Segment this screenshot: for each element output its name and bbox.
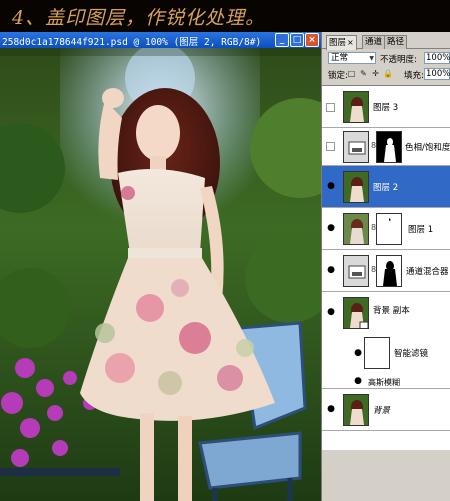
tutorial-banner: 4、盖印图层，作锐化处理。 [0, 0, 450, 32]
layer-thumbnail [343, 213, 369, 245]
minimize-button[interactable]: _ [275, 33, 289, 47]
window-controls: _ □ × [275, 33, 319, 47]
layer-name: 图层 1 [408, 225, 434, 235]
banner-text: 4、盖印图层，作锐化处理。 [12, 7, 266, 29]
opacity-field[interactable]: 100% [424, 52, 450, 64]
photo-woman-in-floral-dress [0, 48, 321, 501]
filter-name: 高斯模糊 [368, 378, 400, 387]
filter-mask-thumbnail [364, 337, 390, 369]
layer-row-selected[interactable]: ● 图层 2 [322, 166, 450, 208]
layer-name: 图层 3 [373, 103, 399, 113]
eye-icon[interactable]: ● [325, 404, 337, 414]
smart-filters-row[interactable]: ● 智能滤镜 [322, 334, 450, 374]
blend-mode-value: 正常 [331, 53, 349, 63]
layer-name: 通道混合器 1 [406, 267, 450, 277]
fill-field[interactable]: 100% [424, 68, 450, 80]
lock-all-icon[interactable]: 🔒 [383, 69, 393, 78]
layer-thumbnail [343, 91, 369, 123]
eye-icon[interactable]: ● [352, 348, 364, 358]
lock-position-icon[interactable]: ✛ [371, 69, 380, 78]
layer-row[interactable]: ● 8 通道混合器 1 [322, 250, 450, 292]
layer-name: 背景 [373, 406, 391, 416]
adjustment-icon [343, 255, 369, 287]
panel-tabs: 图层× 通道 路径 [322, 35, 450, 50]
eye-icon[interactable]: ● [325, 265, 337, 275]
layer-row[interactable]: 8 色相/饱和度 [322, 128, 450, 166]
visibility-toggle[interactable] [326, 103, 335, 112]
layers-panel: 图层× 通道 路径 正常 ▼ 不透明度: 100% 锁定: □ ✎ ✛ 🔒 填充… [321, 32, 450, 501]
visibility-toggle[interactable] [326, 142, 335, 151]
layer-name: 背景 副本 [373, 306, 410, 316]
layer-mask-thumbnail [376, 255, 402, 287]
document-titlebar[interactable]: 258d0c1a178644f921.psd @ 100% (图层 2, RGB… [0, 32, 321, 48]
blend-mode-select[interactable]: 正常 ▼ [328, 52, 376, 64]
blend-opacity-row: 正常 ▼ 不透明度: 100% [322, 51, 450, 65]
layer-thumbnail [343, 297, 369, 329]
chevron-down-icon: ▼ [369, 55, 374, 62]
layer-name: 智能滤镜 [394, 349, 429, 359]
lock-icons: □ ✎ ✛ 🔒 [347, 69, 393, 78]
eye-icon[interactable]: ● [352, 376, 364, 386]
tab-layers[interactable]: 图层× [326, 35, 357, 50]
layers-list: 图层 3 8 色相/饱和度 ● 图层 2 ● 8 图层 1 ● 8 通道混合器 … [322, 85, 450, 450]
tab-layers-label: 图层 [329, 38, 347, 48]
document-window: 258d0c1a178644f921.psd @ 100% (图层 2, RGB… [0, 32, 321, 501]
layer-name: 图层 2 [373, 183, 399, 193]
panel-bottom-bar [322, 450, 450, 501]
opacity-label: 不透明度: [380, 55, 417, 65]
lock-paint-icon[interactable]: ✎ [359, 69, 368, 78]
lock-label: 锁定: [328, 71, 348, 81]
image-canvas[interactable] [0, 48, 321, 501]
eye-icon[interactable]: ● [325, 181, 337, 191]
fill-label: 填充: [404, 71, 424, 81]
document-title: 258d0c1a178644f921.psd @ 100% (图层 2, RGB… [2, 37, 262, 48]
tab-paths[interactable]: 路径 [384, 35, 408, 49]
layer-mask-thumbnail [376, 213, 402, 245]
layer-row[interactable]: ● 背景 [322, 389, 450, 431]
layer-thumbnail [343, 171, 369, 203]
close-button[interactable]: × [305, 33, 319, 47]
layer-thumbnail [343, 394, 369, 426]
filter-row[interactable]: ● 高斯模糊 [322, 374, 450, 389]
layer-mask-thumbnail [376, 131, 402, 163]
layer-name: 色相/饱和度 [405, 143, 450, 153]
maximize-button[interactable]: □ [290, 33, 304, 47]
tab-close-icon[interactable]: × [347, 38, 354, 47]
tab-channels[interactable]: 通道 [362, 35, 386, 49]
layer-row[interactable]: ● 8 图层 1 [322, 208, 450, 250]
layer-row[interactable]: 图层 3 [322, 86, 450, 128]
lock-transparency-icon[interactable]: □ [347, 69, 356, 78]
layer-row[interactable]: ● 背景 副本 [322, 292, 450, 334]
eye-icon[interactable]: ● [325, 223, 337, 233]
eye-icon[interactable]: ● [325, 307, 337, 317]
adjustment-icon [343, 131, 369, 163]
